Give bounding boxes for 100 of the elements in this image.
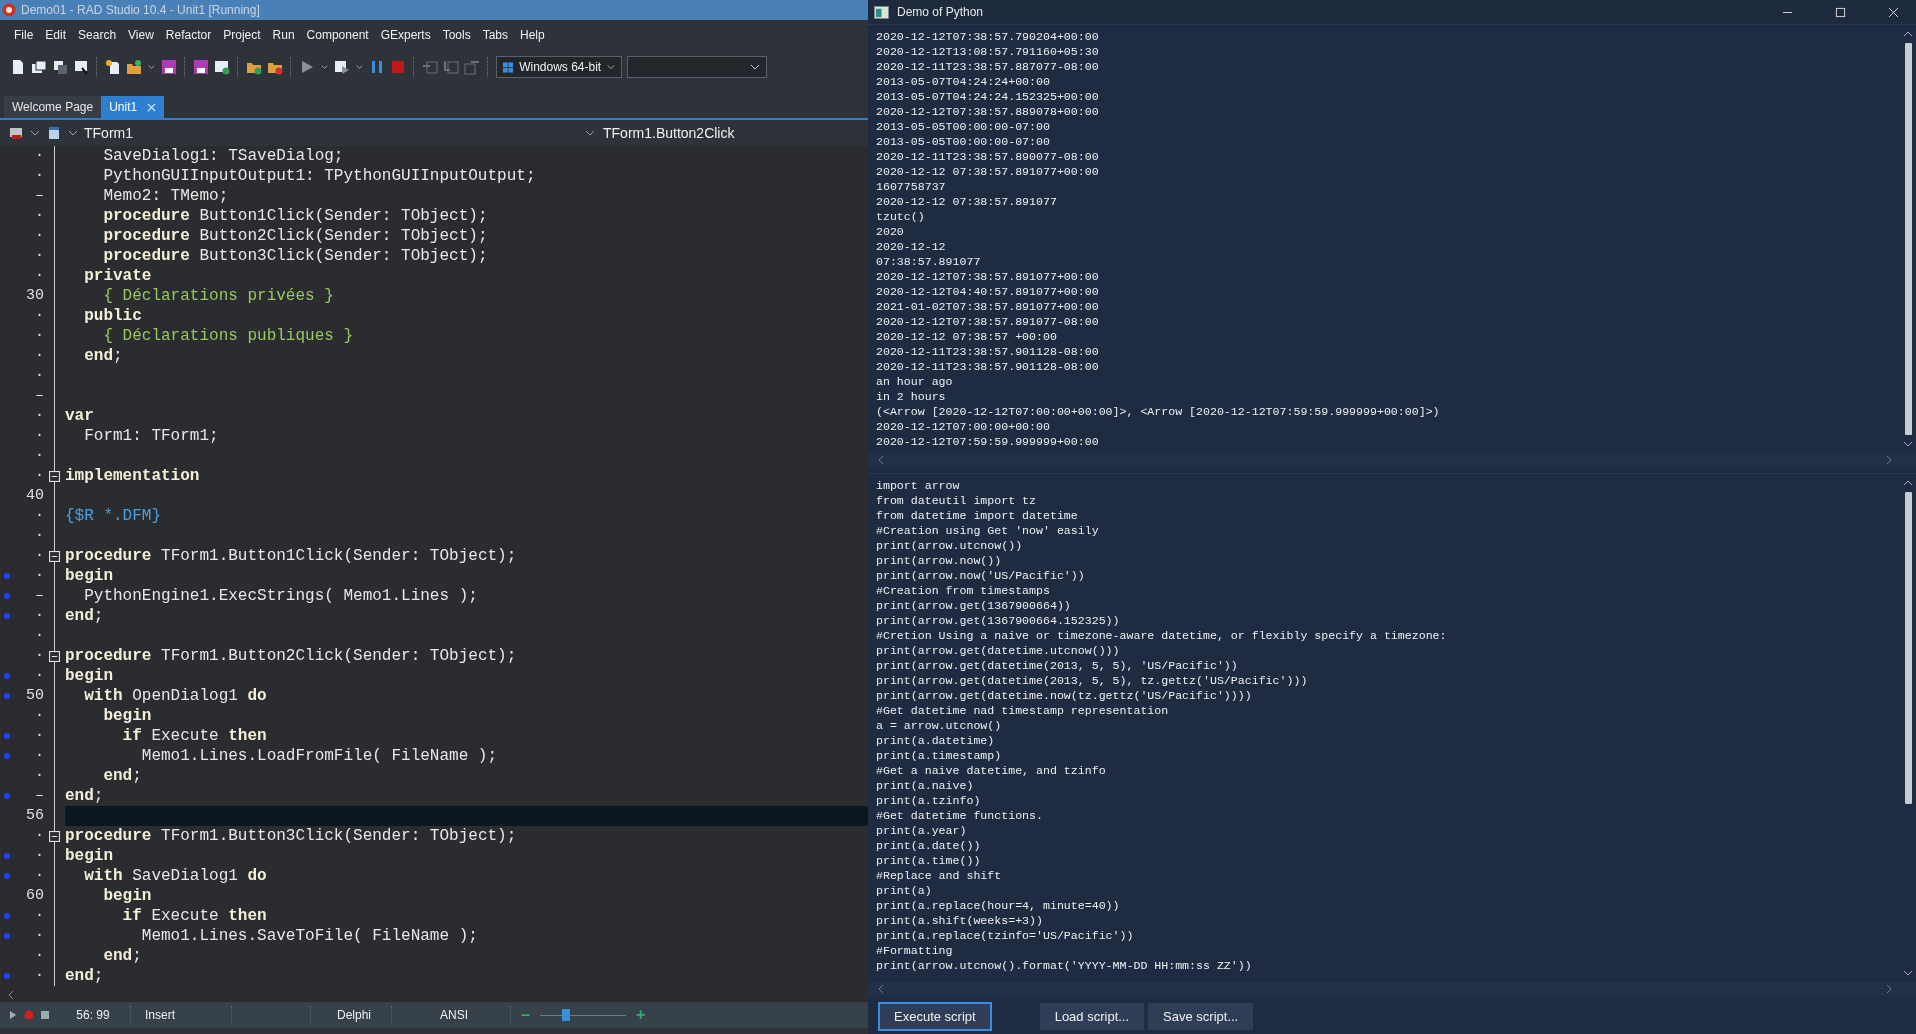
menu-item[interactable]: Tools xyxy=(436,25,477,45)
breakpoint-dot-icon[interactable] xyxy=(3,672,11,680)
scroll-right-icon[interactable] xyxy=(1884,455,1894,465)
open-folder-icon[interactable] xyxy=(126,59,142,75)
script-line: print(arrow.get(datetime(2013, 5, 5), 'US/Pacific')) xyxy=(876,658,1239,673)
breakpoint-dot-icon[interactable] xyxy=(3,932,11,940)
windows-icon[interactable] xyxy=(31,59,47,75)
breakpoint-dot-icon[interactable] xyxy=(3,752,11,760)
caret-icon[interactable] xyxy=(585,128,595,138)
close-icon[interactable] xyxy=(1888,6,1899,18)
maximize-icon[interactable] xyxy=(1835,6,1846,18)
breakpoint-dot-icon[interactable] xyxy=(3,572,11,580)
step-icon[interactable] xyxy=(464,59,480,75)
breakpoint-dot-icon[interactable] xyxy=(3,872,11,880)
method-selector[interactable]: TForm1.Button2Click xyxy=(603,125,735,141)
zoom-in-button[interactable]: + xyxy=(631,1006,650,1024)
save-icon[interactable] xyxy=(193,59,209,75)
platform-dropdown[interactable]: Windows 64-bit xyxy=(496,56,622,78)
new-file-icon[interactable] xyxy=(10,59,26,75)
step-icon[interactable] xyxy=(422,59,438,75)
windows-icon[interactable] xyxy=(52,59,68,75)
save-icon[interactable] xyxy=(161,59,177,75)
menu-item[interactable]: GExperts xyxy=(374,25,437,45)
caret-icon[interactable] xyxy=(147,62,156,72)
caret-icon[interactable] xyxy=(355,62,364,72)
unit-selector[interactable]: TForm1 xyxy=(84,125,133,141)
menu-item[interactable]: Tabs xyxy=(476,25,515,45)
caret-icon[interactable] xyxy=(68,128,78,138)
scrollbar-thumb[interactable] xyxy=(1904,492,1912,804)
window-icon[interactable] xyxy=(214,59,230,75)
breakpoint-dot-icon[interactable] xyxy=(3,792,11,800)
scroll-down-icon[interactable] xyxy=(1903,439,1913,449)
line-number: – xyxy=(34,386,44,406)
window-icon[interactable] xyxy=(73,59,89,75)
breakpoint-dot-icon[interactable] xyxy=(3,592,11,600)
scroll-left-icon[interactable] xyxy=(6,990,16,1000)
editor-tab[interactable]: Welcome Page xyxy=(4,96,102,118)
editor-tab[interactable]: Unit1 xyxy=(101,96,165,118)
scroll-up-icon[interactable] xyxy=(1903,29,1913,39)
configuration-dropdown[interactable] xyxy=(627,56,767,78)
script-button[interactable]: Load script... xyxy=(1039,1003,1145,1030)
code-line: procedure Button3Click(Sender: TObject); xyxy=(102,246,488,266)
code-line: { Déclarations privées } xyxy=(102,286,334,306)
menu-item[interactable]: Search xyxy=(72,25,123,45)
script-line: print(arrow.now()) xyxy=(876,553,1003,568)
scrollbar-thumb[interactable] xyxy=(1904,43,1912,435)
play-icon[interactable] xyxy=(299,59,315,75)
script-line: print(arrow.get(datetime(2013, 5, 5), tz.gettz('US/Pacific'))) xyxy=(876,673,1309,688)
new-item-icon[interactable] xyxy=(105,59,121,75)
scroll-up-icon[interactable] xyxy=(1903,478,1913,488)
form-icon[interactable] xyxy=(46,125,62,141)
line-number: · xyxy=(34,226,44,246)
step-icon[interactable] xyxy=(443,59,459,75)
caret-icon[interactable] xyxy=(30,128,40,138)
breakpoint-dot-icon[interactable] xyxy=(3,912,11,920)
run-window-icon[interactable] xyxy=(334,59,350,75)
collapse-icon[interactable] xyxy=(49,830,60,842)
breakpoint-dot-icon[interactable] xyxy=(3,692,11,700)
menu-item[interactable]: File xyxy=(8,25,40,45)
collapse-icon[interactable] xyxy=(49,650,60,662)
collapse-icon[interactable] xyxy=(49,550,60,562)
output-line: 2020-12-12T07:38:57.790204+00:00 xyxy=(876,29,1100,44)
breakpoint-dot-icon[interactable] xyxy=(3,852,11,860)
menu-item[interactable]: Project xyxy=(217,25,267,45)
menu-item[interactable]: Edit xyxy=(39,25,73,45)
scroll-left-icon[interactable] xyxy=(876,455,886,465)
menu-item[interactable]: Run xyxy=(266,25,301,45)
code-line: begin xyxy=(65,846,113,866)
component-icon[interactable] xyxy=(8,125,24,141)
script-line: print(arrow.get(1367900664.152325)) xyxy=(876,613,1121,628)
script-button[interactable]: Execute script xyxy=(878,1002,992,1031)
scroll-right-icon[interactable] xyxy=(1884,984,1894,994)
caret-icon[interactable] xyxy=(320,62,329,72)
script-line: print(a) xyxy=(876,883,933,898)
breakpoint-dot-icon[interactable] xyxy=(3,732,11,740)
collapse-icon[interactable] xyxy=(49,470,60,482)
zoom-out-button[interactable]: – xyxy=(517,1006,534,1024)
caret-icon xyxy=(750,62,760,72)
script-button[interactable]: Save script... xyxy=(1148,1003,1254,1030)
output-line: 2020-12-12 07:38:57.891077 xyxy=(876,194,1058,209)
scroll-down-icon[interactable] xyxy=(1903,968,1913,978)
pause-icon[interactable] xyxy=(369,59,385,75)
line-number: · xyxy=(34,506,44,526)
output-line: 2020-12-11T23:38:57.901128-08:00 xyxy=(876,344,1100,359)
menu-item[interactable]: Help xyxy=(514,25,551,45)
script-line: print(arrow.now('US/Pacific')) xyxy=(876,568,1086,583)
script-line: print(a.datetime) xyxy=(876,733,996,748)
line-number: · xyxy=(34,906,44,926)
script-line: print(arrow.utcnow()) xyxy=(876,538,1024,553)
menu-item[interactable]: Refactor xyxy=(159,25,218,45)
scroll-left-icon[interactable] xyxy=(876,984,886,994)
stop-icon[interactable] xyxy=(40,1010,50,1020)
output-line: an hour ago xyxy=(876,374,954,389)
code-line: if Execute then xyxy=(121,906,267,926)
play-icon[interactable] xyxy=(8,1010,18,1020)
breakpoint-dot-icon[interactable] xyxy=(3,972,11,980)
script-line: #Replace and shift xyxy=(876,868,1003,883)
menu-item[interactable]: Component xyxy=(300,25,375,45)
breakpoint-dot-icon[interactable] xyxy=(3,612,11,620)
menu-item[interactable]: View xyxy=(122,25,160,45)
